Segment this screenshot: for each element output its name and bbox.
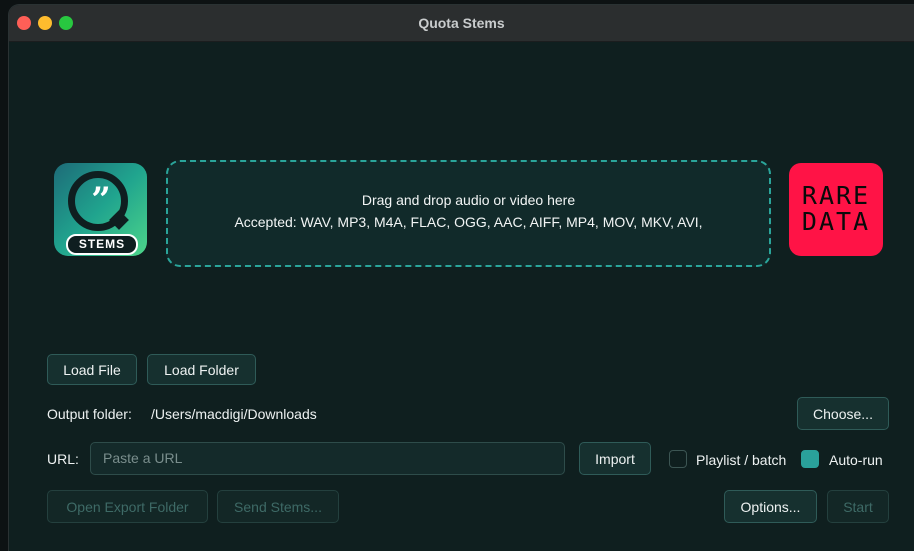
load-folder-button[interactable]: Load Folder — [147, 354, 256, 385]
load-file-button[interactable]: Load File — [47, 354, 137, 385]
url-label: URL: — [47, 451, 79, 467]
drop-zone-formats: Accepted: WAV, MP3, M4A, FLAC, OGG, AAC,… — [234, 214, 703, 230]
logo-label: STEMS — [66, 234, 138, 255]
quote-icon: ” — [91, 180, 111, 220]
auto-run-label: Auto-run — [829, 452, 883, 468]
rare-data-text: RARE DATA — [789, 183, 883, 235]
url-input[interactable]: Paste a URL — [90, 442, 565, 475]
rare-data-logo: RARE DATA — [789, 163, 883, 256]
playlist-batch-label: Playlist / batch — [696, 452, 787, 468]
open-export-folder-button[interactable]: Open Export Folder — [47, 490, 208, 523]
title-bar: Quota Stems — [9, 5, 914, 42]
import-button[interactable]: Import — [579, 442, 651, 475]
drop-zone-title: Drag and drop audio or video here — [361, 192, 576, 208]
drop-zone[interactable]: Drag and drop audio or video here Accept… — [166, 160, 771, 267]
start-button[interactable]: Start — [827, 490, 889, 523]
window-title: Quota Stems — [418, 15, 505, 31]
auto-run-checkbox[interactable] — [801, 450, 819, 468]
app-logo: ” STEMS — [54, 163, 147, 256]
send-stems-button[interactable]: Send Stems... — [217, 490, 339, 523]
playlist-batch-checkbox[interactable] — [669, 450, 687, 468]
main-content: ” STEMS Drag and drop audio or video her… — [9, 42, 914, 551]
rare-data-line1: RARE — [801, 181, 871, 210]
output-folder-label: Output folder: — [47, 406, 132, 422]
choose-folder-button[interactable]: Choose... — [797, 397, 889, 430]
app-window: Quota Stems ” STEMS Drag and drop audio … — [9, 5, 914, 551]
output-folder-path: /Users/macdigi/Downloads — [151, 406, 317, 422]
rare-data-line2: DATA — [801, 207, 871, 236]
options-button[interactable]: Options... — [724, 490, 817, 523]
